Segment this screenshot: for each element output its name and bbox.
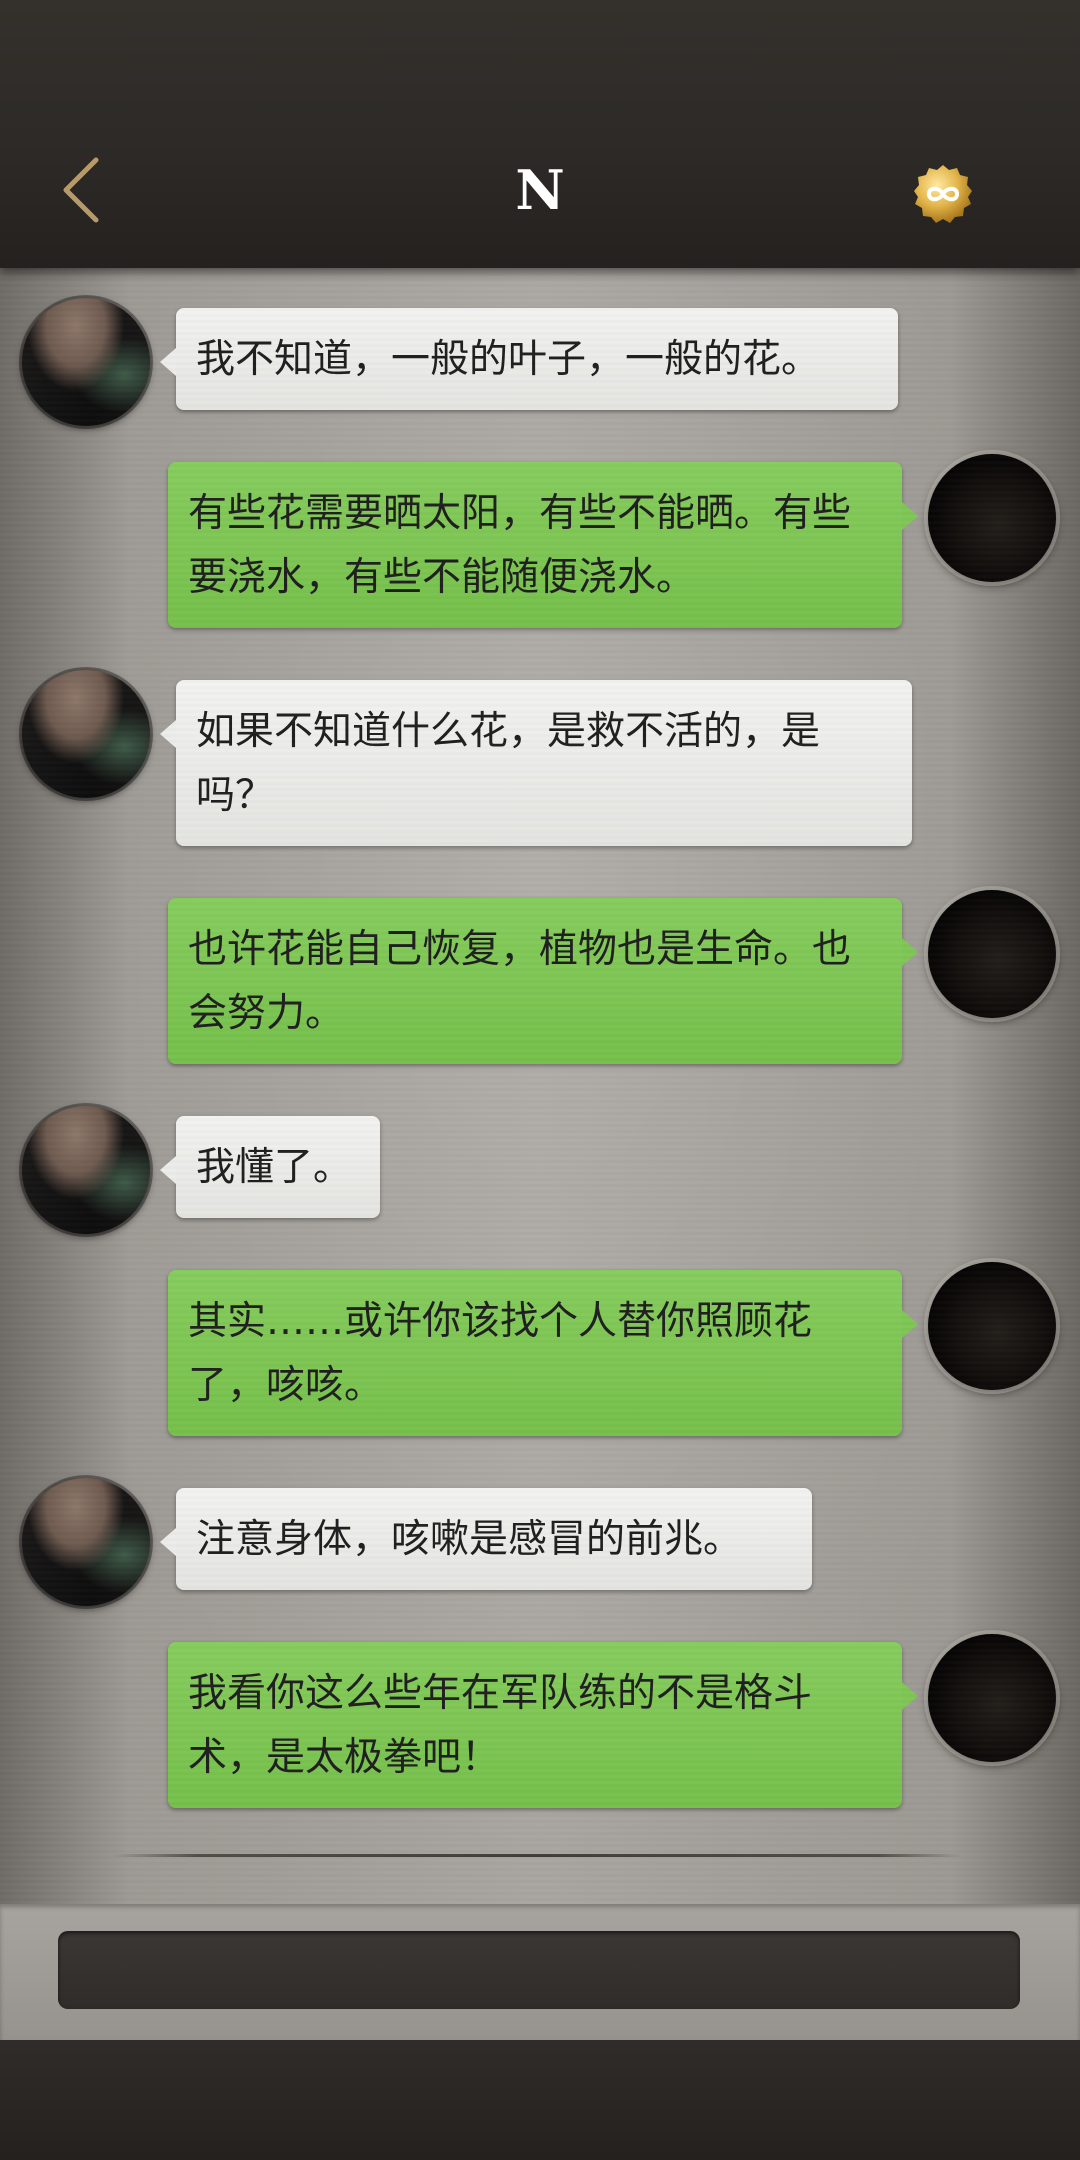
message-text: 我不知道，一般的叶子，一般的花。 — [196, 337, 821, 382]
message-text: 有些花需要晒太阳，有些不能晒。有些要浇水，有些不能随便浇水。 — [188, 491, 852, 600]
message-text: 注意身体，咳嗽是感冒的前兆。 — [196, 1517, 743, 1562]
message-bubble-outgoing[interactable]: 我看你这么些年在军队练的不是格斗术，是太极拳吧！ — [168, 1642, 918, 1808]
message-bubble-incoming[interactable]: 如果不知道什么花，是救不活的，是吗？ — [160, 680, 912, 846]
message-text: 我看你这么些年在军队练的不是格斗术，是太极拳吧！ — [188, 1671, 813, 1780]
contact-avatar[interactable] — [22, 670, 150, 798]
chevron-left-icon — [63, 157, 99, 223]
contact-avatar[interactable] — [22, 1106, 150, 1234]
message-input[interactable] — [58, 1931, 1020, 2009]
user-avatar[interactable] — [928, 454, 1056, 582]
contact-avatar[interactable] — [22, 298, 150, 426]
message-text: 也许花能自己恢复，植物也是生命。也会努力。 — [188, 927, 852, 1036]
message-text: 我懂了。 — [196, 1145, 353, 1190]
chat-screen: N 我不知道，一般的叶子，一般的花。 有些花需要晒太阳，有些不能晒。有些要浇水，… — [0, 0, 1080, 2160]
message-bubble-outgoing[interactable]: 其实……或许你该找个人替你照顾花了，咳咳。 — [168, 1270, 918, 1436]
user-avatar[interactable] — [928, 1634, 1056, 1762]
back-button[interactable] — [52, 150, 112, 230]
message-bubble-incoming[interactable]: 注意身体，咳嗽是感冒的前兆。 — [160, 1488, 812, 1590]
user-avatar[interactable] — [928, 890, 1056, 1018]
footer-bar — [0, 2040, 1080, 2160]
contact-avatar[interactable] — [22, 1478, 150, 1606]
chat-title: N — [515, 158, 565, 222]
badge-button[interactable] — [912, 163, 974, 225]
divider — [112, 1854, 962, 1857]
message-bubble-incoming[interactable]: 我不知道，一般的叶子，一般的花。 — [160, 308, 898, 410]
message-bubble-outgoing[interactable]: 有些花需要晒太阳，有些不能晒。有些要浇水，有些不能随便浇水。 — [168, 462, 918, 628]
message-bubble-incoming[interactable]: 我懂了。 — [160, 1116, 380, 1218]
message-bubble-outgoing[interactable]: 也许花能自己恢复，植物也是生命。也会努力。 — [168, 898, 918, 1064]
input-bar — [0, 1904, 1080, 2040]
header-bar: N — [0, 0, 1080, 268]
message-list[interactable]: 我不知道，一般的叶子，一般的花。 有些花需要晒太阳，有些不能晒。有些要浇水，有些… — [0, 268, 1080, 1904]
message-text: 如果不知道什么花，是救不活的，是吗？ — [196, 709, 821, 818]
message-text: 其实……或许你该找个人替你照顾花了，咳咳。 — [188, 1299, 813, 1408]
user-avatar[interactable] — [928, 1262, 1056, 1390]
infinity-coin-icon — [914, 165, 972, 223]
